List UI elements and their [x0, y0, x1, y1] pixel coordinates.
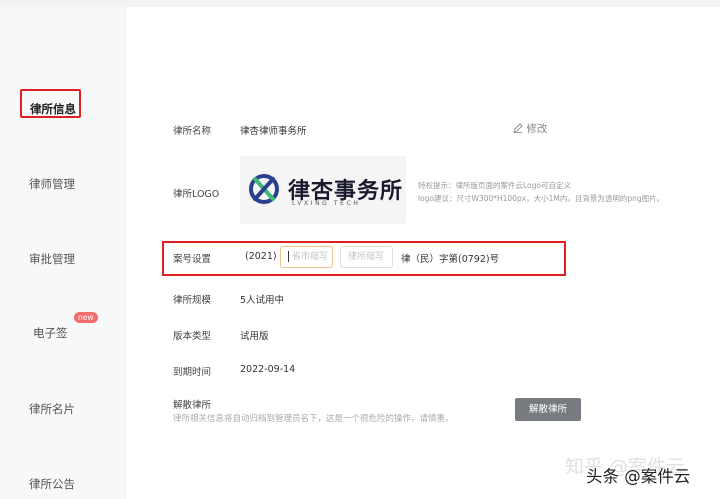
edit-link-label: 修改 [526, 123, 548, 135]
firm-abbr-input[interactable]: 律所缩写 [340, 246, 393, 268]
dissolve-description: 律所相关信息将自动归档到管理员名下，这是一个很危险的操作，请慎重。 [173, 414, 454, 424]
case-middle-text: 律（民）字第(0792)号 [401, 251, 499, 265]
logo-hint: logo建议：尺寸W300*H100px，大小1M内，且背景为透明的png图片。 [418, 194, 665, 203]
scale-label: 律所规模 [173, 295, 212, 306]
dissolve-label: 解散律所 [173, 400, 212, 411]
case-suffix: 号 [489, 254, 500, 265]
logo-label: 律所LOGO [173, 189, 220, 200]
logo-subtext: LVXING TECH [292, 200, 361, 207]
sidebar-item-label: 律所信息 [30, 102, 76, 116]
firm-name-label: 律所名称 [173, 126, 212, 137]
version-value: 试用版 [240, 331, 269, 342]
new-badge: new [74, 312, 98, 323]
sidebar-divider [125, 7, 126, 499]
pencil-icon [513, 123, 523, 133]
logo-upload[interactable]: 律杏事务所 LVXING TECH [240, 156, 406, 224]
expire-value: 2022-09-14 [240, 364, 296, 375]
top-bar [0, 0, 720, 7]
sidebar-item-label: 审批管理 [29, 252, 75, 266]
expire-label: 到期时间 [173, 367, 212, 378]
case-mid: 律（民）字第 [401, 254, 459, 265]
sidebar-item-label: 电子签 [33, 326, 68, 340]
case-number: (0792) [458, 254, 490, 265]
case-setting-label: 案号设置 [173, 254, 212, 265]
sidebar-item-label: 律所公告 [29, 477, 75, 491]
sidebar-item-label: 律所名片 [29, 402, 75, 416]
input-placeholder: 省市缩写 [292, 252, 329, 262]
logo-hint: 特权提示：律所版页面的案件云Logo可自定义 [418, 181, 571, 190]
province-abbr-input[interactable]: 省市缩写 [280, 246, 333, 268]
watermark: 头条 @案件云 [586, 467, 691, 486]
version-label: 版本类型 [173, 331, 212, 342]
edit-link[interactable]: 修改 [513, 121, 547, 136]
input-placeholder: 律所缩写 [348, 252, 385, 262]
text-caret [288, 251, 289, 262]
firm-name-value: 律杏律师事务所 [240, 126, 307, 137]
firm-logo-icon [249, 174, 279, 204]
case-year: (2021) [245, 251, 277, 262]
sidebar-item-label: 律师管理 [29, 177, 75, 191]
dissolve-button[interactable]: 解散律所 [515, 398, 581, 421]
scale-value: 5人试用中 [240, 295, 285, 306]
